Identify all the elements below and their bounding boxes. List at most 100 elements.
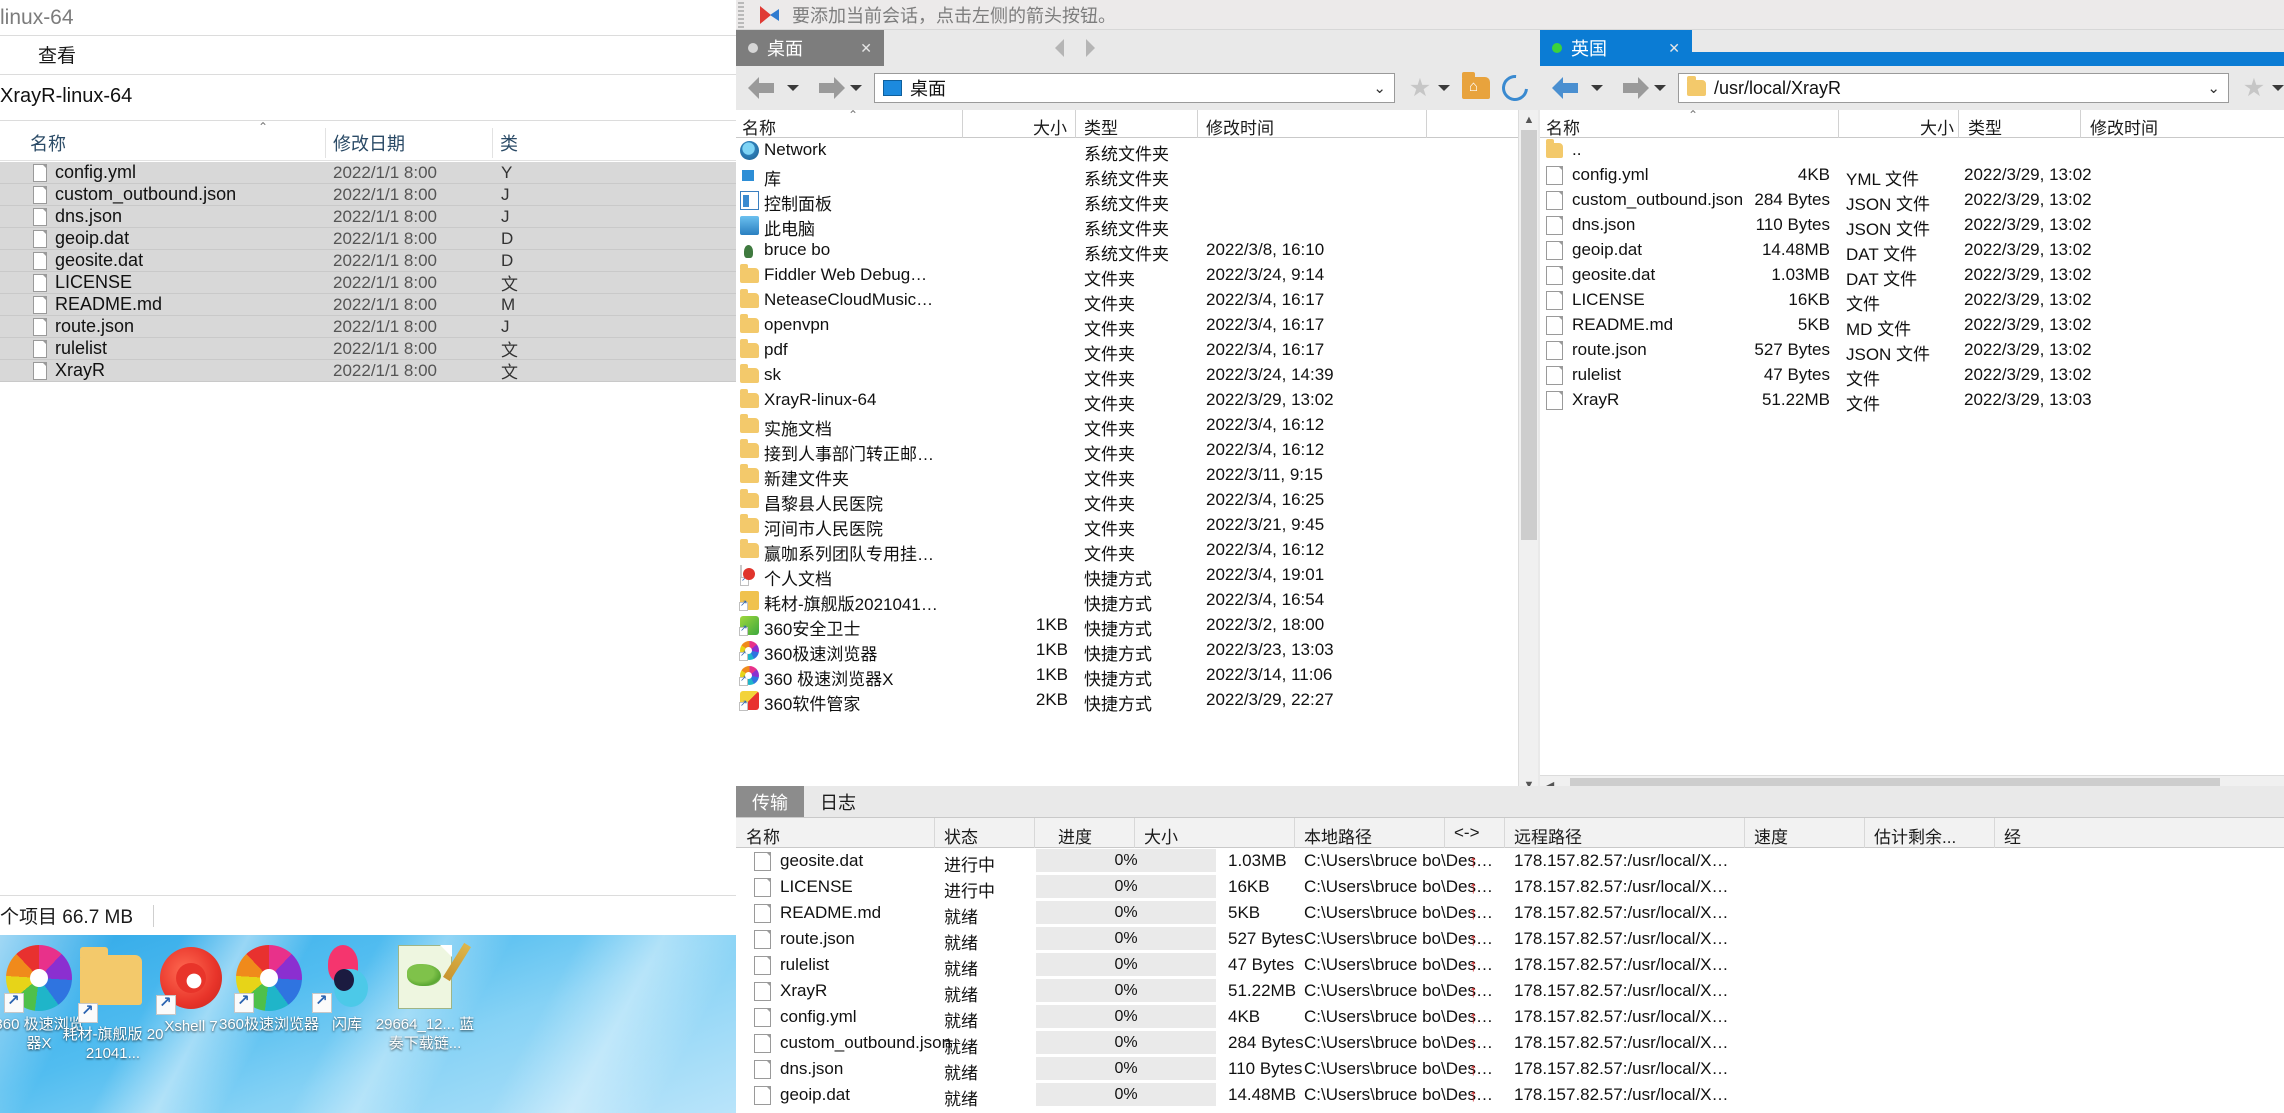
close-icon[interactable]: ✕ bbox=[1668, 40, 1680, 57]
queue-col-status[interactable]: 状态 bbox=[944, 823, 978, 848]
remote-col-date[interactable]: 修改时间 bbox=[2090, 114, 2158, 139]
table-row[interactable]: config.yml 2022/1/1 8:00 Y bbox=[0, 162, 736, 184]
table-row[interactable]: custom_outbound.json 2022/1/1 8:00 J bbox=[0, 184, 736, 206]
remote-col-size[interactable]: 大小 bbox=[1920, 114, 1954, 139]
scroll-up-icon[interactable]: ▲ bbox=[1519, 110, 1539, 130]
table-row[interactable]: XrayR 51.22MB 文件 2022/3/29, 13:03 bbox=[1540, 388, 2284, 414]
explorer-file-list[interactable]: config.yml 2022/1/1 8:00 Ycustom_outbound.… bbox=[0, 162, 736, 382]
table-row[interactable]: 控制面板 系统文件夹 bbox=[736, 188, 1538, 214]
explorer-address-bar[interactable]: XrayR-linux-64 bbox=[0, 76, 736, 116]
bookmark-caret-icon[interactable] bbox=[2272, 85, 2284, 91]
bookmark-caret-icon[interactable] bbox=[1438, 85, 1450, 91]
table-row[interactable]: 360 极速浏览器X 1KB 快捷方式 2022/3/14, 11:06 bbox=[736, 663, 1538, 689]
local-col-name[interactable]: 名称 bbox=[742, 114, 776, 139]
table-row[interactable]: custom_outbound.json 284 Bytes JSON 文件 2022… bbox=[1540, 188, 2284, 214]
chevron-down-icon[interactable]: ⌄ bbox=[1373, 79, 1386, 97]
table-row[interactable]: 库 系统文件夹 bbox=[736, 163, 1538, 189]
table-row[interactable]: .. bbox=[1540, 138, 2284, 163]
bookmark-star-icon[interactable]: ★ bbox=[2241, 76, 2267, 101]
tab-remote-uk[interactable]: 英国 ✕ bbox=[1540, 30, 1692, 66]
table-row[interactable]: README.md 5KB MD 文件 2022/3/29, 13:02 bbox=[1540, 313, 2284, 339]
queue-col-remote-path[interactable]: 远程路径 bbox=[1514, 823, 1582, 848]
table-row[interactable]: geoip.dat 2022/1/1 8:00 D bbox=[0, 228, 736, 250]
forward-history-caret-icon[interactable] bbox=[850, 85, 862, 91]
remote-column-header[interactable]: 名称 ⌃ 大小 类型 修改时间 bbox=[1540, 108, 2284, 139]
table-row[interactable]: LICENSE 16KB 文件 2022/3/29, 13:02 bbox=[1540, 288, 2284, 314]
local-vertical-scrollbar[interactable]: ▲ ▼ bbox=[1518, 110, 1538, 795]
explorer-column-name[interactable]: 名称 bbox=[30, 130, 66, 156]
back-arrow-icon[interactable] bbox=[748, 77, 782, 99]
table-row[interactable]: Fiddler Web Debug… 文件夹 2022/3/24, 9:14 bbox=[736, 263, 1538, 289]
table-row[interactable]: config.yml 就绪 0% 4KB C:\Users\bruce bo\Des… ↑… bbox=[736, 1004, 2284, 1031]
table-row[interactable]: 实施文档 文件夹 2022/3/4, 16:12 bbox=[736, 413, 1538, 439]
table-row[interactable]: 接到人事部门转正邮… 文件夹 2022/3/4, 16:12 bbox=[736, 438, 1538, 464]
local-file-list[interactable]: 名称 ⌃ 大小 类型 修改时间 Network 系统文件夹库系统文件夹 控制面板 系统… bbox=[736, 108, 1538, 795]
table-row[interactable]: geosite.dat 1.03MB DAT 文件 2022/3/29, 13:02 bbox=[1540, 263, 2284, 289]
table-row[interactable]: LICENSE 2022/1/1 8:00 文 bbox=[0, 272, 736, 294]
queue-tab-strip[interactable]: 传输 日志 bbox=[736, 786, 2284, 818]
table-row[interactable]: 耗材-旗舰版2021041… 快捷方式 2022/3/4, 16:54 bbox=[736, 588, 1538, 614]
table-row[interactable]: 360安全卫士 1KB 快捷方式 2022/3/2, 18:00 bbox=[736, 613, 1538, 639]
ribbon-tab-view[interactable]: 查看 bbox=[26, 41, 88, 68]
table-row[interactable]: 河间市人民医院 文件夹 2022/3/21, 9:45 bbox=[736, 513, 1538, 539]
table-row[interactable]: geosite.dat 进行中 0% 1.03MB C:\Users\bruce bo\… bbox=[736, 848, 2284, 875]
queue-column-header[interactable]: 名称 状态 进度 大小 本地路径 <-> 远程路径 速度 估计剩余... 经 bbox=[736, 818, 2284, 848]
queue-col-eta[interactable]: 估计剩余... bbox=[1874, 823, 1956, 848]
table-row[interactable]: openvpn 文件夹 2022/3/4, 16:17 bbox=[736, 313, 1538, 339]
table-row[interactable]: 个人文档 快捷方式 2022/3/4, 19:01 bbox=[736, 563, 1538, 589]
back-history-caret-icon[interactable] bbox=[1591, 85, 1603, 91]
explorer-column-type[interactable]: 类 bbox=[500, 130, 518, 156]
queue-col-speed[interactable]: 速度 bbox=[1754, 823, 1788, 848]
table-row[interactable]: route.json 就绪 0% 527 Bytes C:\Users\bruce bo… bbox=[736, 926, 2284, 953]
queue-col-name[interactable]: 名称 bbox=[746, 823, 780, 848]
table-row[interactable]: route.json 527 Bytes JSON 文件 2022/3/29, 13:… bbox=[1540, 338, 2284, 364]
table-row[interactable]: config.yml 4KB YML 文件 2022/3/29, 13:02 bbox=[1540, 163, 2284, 189]
queue-col-elapsed[interactable]: 经 bbox=[2004, 823, 2021, 848]
queue-col-direction[interactable]: <-> bbox=[1454, 823, 1480, 843]
table-row[interactable]: 此电脑 系统文件夹 bbox=[736, 213, 1538, 239]
queue-row-list[interactable]: geosite.dat 进行中 0% 1.03MB C:\Users\bruce bo\… bbox=[736, 848, 2284, 1109]
table-row[interactable]: geoip.dat 就绪 0% 14.48MB C:\Users\bruce bo\De… bbox=[736, 1082, 2284, 1109]
table-row[interactable]: custom_outbound.json 就绪 0% 284 Bytes C:\User… bbox=[736, 1030, 2284, 1057]
table-row[interactable]: dns.json 110 Bytes JSON 文件 2022/3/29, 13:02 bbox=[1540, 213, 2284, 239]
table-row[interactable]: NeteaseCloudMusic… 文件夹 2022/3/4, 16:17 bbox=[736, 288, 1538, 314]
table-row[interactable]: XrayR-linux-64 文件夹 2022/3/29, 13:02 bbox=[736, 388, 1538, 414]
table-row[interactable]: README.md 2022/1/1 8:00 M bbox=[0, 294, 736, 316]
remote-file-list[interactable]: 名称 ⌃ 大小 类型 修改时间 .. config.yml 4KB YML 文件 202… bbox=[1540, 108, 2284, 795]
up-directory-icon[interactable] bbox=[1462, 72, 1490, 99]
back-history-caret-icon[interactable] bbox=[787, 85, 799, 91]
queue-col-progress[interactable]: 进度 bbox=[1058, 823, 1092, 848]
table-row[interactable]: LICENSE 进行中 0% 16KB C:\Users\bruce bo\Des… ↑ 1… bbox=[736, 874, 2284, 901]
local-col-date[interactable]: 修改时间 bbox=[1206, 114, 1274, 139]
forward-arrow-icon[interactable] bbox=[811, 77, 845, 99]
table-row[interactable]: pdf 文件夹 2022/3/4, 16:17 bbox=[736, 338, 1538, 364]
table-row[interactable]: XrayR 就绪 0% 51.22MB C:\Users\bruce bo\Des… ↑ 1… bbox=[736, 978, 2284, 1005]
table-row[interactable]: bruce bo 系统文件夹 2022/3/8, 16:10 bbox=[736, 238, 1538, 264]
bookmark-star-icon[interactable]: ★ bbox=[1407, 76, 1433, 101]
table-row[interactable]: 360软件管家 2KB 快捷方式 2022/3/29, 22:27 bbox=[736, 688, 1538, 714]
chevron-left-icon[interactable] bbox=[1055, 39, 1064, 57]
table-row[interactable]: geosite.dat 2022/1/1 8:00 D bbox=[0, 250, 736, 272]
local-path-input[interactable]: 桌面 ⌄ bbox=[874, 73, 1395, 103]
queue-tab-log[interactable]: 日志 bbox=[804, 786, 872, 817]
remote-path-input[interactable]: /usr/local/XrayR ⌄ bbox=[1678, 73, 2229, 103]
local-column-header[interactable]: 名称 ⌃ 大小 类型 修改时间 bbox=[736, 108, 1538, 139]
forward-arrow-icon[interactable] bbox=[1615, 77, 1649, 99]
remote-col-name[interactable]: 名称 bbox=[1546, 114, 1580, 139]
chevron-down-icon[interactable]: ⌄ bbox=[2207, 79, 2220, 97]
local-col-size[interactable]: 大小 bbox=[1033, 114, 1067, 139]
close-icon[interactable]: ✕ bbox=[860, 40, 872, 57]
queue-tab-transfer[interactable]: 传输 bbox=[736, 786, 804, 817]
table-row[interactable]: Network 系统文件夹 bbox=[736, 138, 1538, 164]
table-row[interactable]: geoip.dat 14.48MB DAT 文件 2022/3/29, 13:02 bbox=[1540, 238, 2284, 264]
back-arrow-icon[interactable] bbox=[1552, 77, 1586, 99]
table-row[interactable]: dns.json 2022/1/1 8:00 J bbox=[0, 206, 736, 228]
scroll-thumb[interactable] bbox=[1521, 130, 1537, 540]
chevron-right-icon[interactable] bbox=[1086, 39, 1095, 57]
explorer-column-date[interactable]: 修改日期 bbox=[333, 130, 405, 156]
explorer-column-header[interactable]: 名称 修改日期 类 bbox=[0, 125, 736, 161]
table-row[interactable]: 360极速浏览器 1KB 快捷方式 2022/3/23, 13:03 bbox=[736, 638, 1538, 664]
queue-col-local-path[interactable]: 本地路径 bbox=[1304, 823, 1372, 848]
local-tab-scroll-arrows[interactable] bbox=[1020, 30, 1130, 66]
desktop-icon[interactable]: 29664_12... 蓝奏下载链... bbox=[374, 942, 476, 1053]
